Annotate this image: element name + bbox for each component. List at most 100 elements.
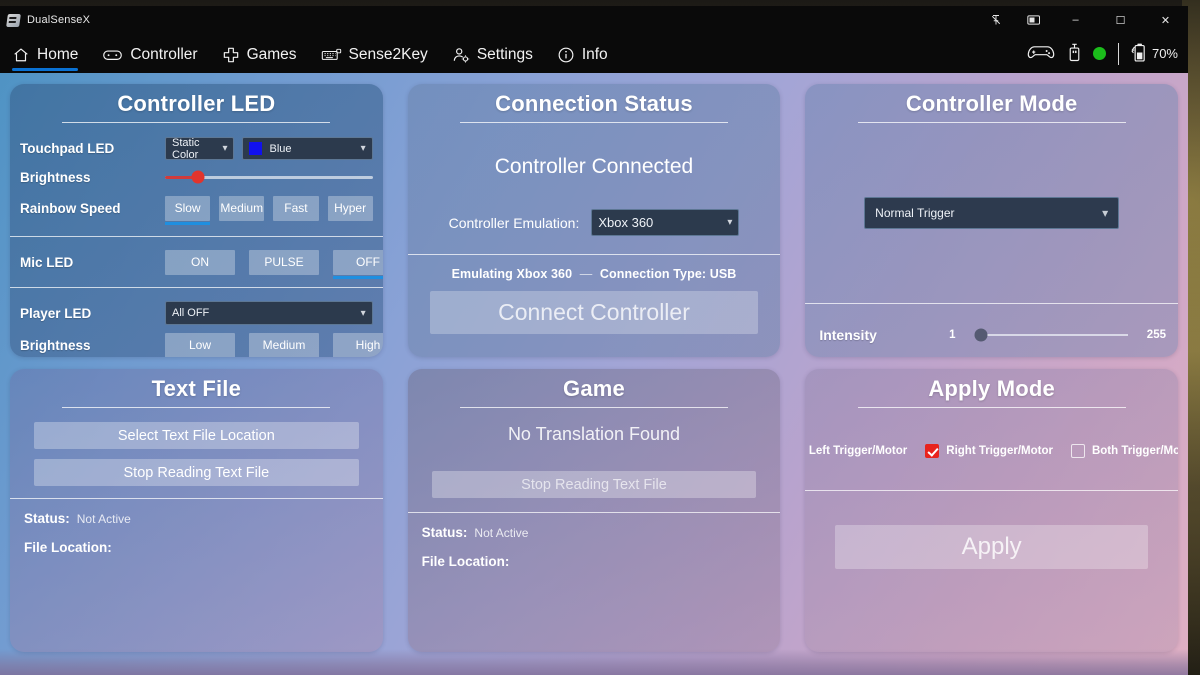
person-gear-icon bbox=[452, 46, 470, 64]
text-file-title: Text File bbox=[151, 376, 242, 401]
player-led-row: Player LED All OFF ▾ bbox=[20, 298, 373, 328]
chevron-down-icon: ▾ bbox=[222, 143, 228, 154]
rainbow-speed-slow[interactable]: Slow bbox=[165, 195, 211, 225]
player-led-dropdown[interactable]: All OFF ▾ bbox=[165, 301, 373, 325]
controller-emulation-label: Controller Emulation: bbox=[448, 214, 580, 231]
slider-thumb[interactable] bbox=[974, 328, 988, 342]
nav-item-settings[interactable]: Settings bbox=[440, 36, 545, 73]
intensity-label: Intensity bbox=[819, 327, 877, 343]
player-brightness-low[interactable]: Low bbox=[165, 332, 235, 357]
nav-item-sense2key[interactable]: Sense2Key bbox=[309, 36, 440, 73]
nav-item-settings-label: Settings bbox=[476, 45, 533, 63]
battery-status: 70% bbox=[1131, 42, 1178, 66]
touchpad-mode-dropdown[interactable]: Static Color ▾ bbox=[165, 137, 235, 161]
intensity-slider[interactable] bbox=[974, 326, 1128, 344]
nav-item-info[interactable]: Info bbox=[545, 36, 620, 73]
controller-led-top-section: Touchpad LED Static Color ▾ Blue ▾ Brigh… bbox=[10, 123, 383, 225]
gamepad-icon bbox=[102, 47, 123, 63]
apply-mode-title: Apply Mode bbox=[928, 376, 1055, 401]
text-file-location-row: File Location: bbox=[24, 540, 369, 569]
nav-item-controller[interactable]: Controller bbox=[90, 36, 209, 73]
apply-mode-checkbox-row: Left Trigger/Motor Right Trigger/Motor B… bbox=[805, 408, 1178, 458]
controller-mode-title: Controller Mode bbox=[905, 91, 1078, 116]
controller-mode-card: Controller Mode Normal Trigger ▾ Intensi… bbox=[805, 84, 1178, 357]
mic-led-section: Mic LED ON PULSE OFF bbox=[10, 237, 383, 287]
right-trigger-motor-checkbox[interactable] bbox=[925, 444, 940, 458]
touchpad-brightness-slider[interactable] bbox=[165, 167, 373, 187]
game-bottom-section: Status: Not Active File Location: bbox=[408, 513, 781, 583]
apply-mode-card: Apply Mode Left Trigger/Motor Right Trig… bbox=[805, 369, 1178, 652]
nav-item-controller-label: Controller bbox=[130, 45, 198, 63]
app-content: Controller LED Touchpad LED Static Color… bbox=[0, 73, 1188, 675]
touchpad-color-value: Blue bbox=[269, 142, 292, 155]
both-trigger-motor-checkbox[interactable] bbox=[1070, 444, 1085, 458]
apply-mode-bottom-section: Apply bbox=[805, 491, 1178, 569]
connection-indicator-dot bbox=[1092, 47, 1106, 60]
emulation-info-line: Emulating Xbox 360 — Connection Type: US… bbox=[430, 267, 759, 281]
controller-emulation-dropdown[interactable]: Xbox 360 ▾ bbox=[591, 209, 740, 236]
player-brightness-high[interactable]: High bbox=[333, 332, 383, 357]
slider-track bbox=[165, 170, 373, 184]
tray-gamepad-icon bbox=[1026, 42, 1056, 65]
player-brightness-medium[interactable]: Medium bbox=[249, 332, 319, 357]
tray-divider bbox=[1117, 42, 1119, 65]
touchpad-led-row: Touchpad LED Static Color ▾ Blue ▾ bbox=[20, 135, 373, 162]
rainbow-speed-fast[interactable]: Fast bbox=[273, 195, 319, 221]
connection-top-section: Controller Connected Controller Emulatio… bbox=[408, 123, 781, 254]
chevron-down-icon: ▾ bbox=[1102, 206, 1109, 220]
nav-item-home[interactable]: Home bbox=[0, 36, 90, 73]
apply-button[interactable]: Apply bbox=[835, 525, 1148, 569]
game-card: Game No Translation Found Stop Reading T… bbox=[407, 369, 781, 652]
connection-status-title: Connection Status bbox=[495, 91, 693, 116]
game-title: Game bbox=[563, 376, 625, 401]
left-trigger-motor-label: Left Trigger/Motor bbox=[808, 445, 908, 457]
game-stop-reading-button[interactable]: Stop Reading Text File bbox=[431, 471, 757, 498]
select-text-file-location-button[interactable]: Select Text File Location bbox=[34, 422, 359, 449]
mic-led-on[interactable]: ON bbox=[165, 249, 235, 275]
rainbow-speed-row: Rainbow Speed Slow Medium Fast Hyper bbox=[20, 192, 373, 225]
connection-bottom-section: Emulating Xbox 360 — Connection Type: US… bbox=[408, 255, 781, 334]
mic-led-pulse[interactable]: PULSE bbox=[249, 249, 319, 275]
info-dash: — bbox=[579, 267, 593, 281]
mic-led-options: ON PULSE OFF bbox=[165, 249, 383, 279]
rainbow-speed-hyper[interactable]: Hyper bbox=[327, 195, 373, 221]
controller-led-title: Controller LED bbox=[117, 91, 276, 116]
text-file-bottom-section: Status: Not Active File Location: bbox=[10, 499, 383, 569]
nav-item-games[interactable]: Games bbox=[210, 36, 309, 73]
tablet-mode-icon[interactable] bbox=[1015, 6, 1053, 34]
player-led-value: All OFF bbox=[172, 307, 210, 319]
battery-charging-icon bbox=[1131, 42, 1147, 66]
dashboard-grid: Controller LED Touchpad LED Static Color… bbox=[10, 84, 1178, 675]
rainbow-speed-options: Slow Medium Fast Hyper bbox=[165, 195, 373, 225]
nav-item-games-label: Games bbox=[246, 45, 297, 63]
touchpad-brightness-label: Brightness bbox=[20, 169, 91, 185]
title-bar: DualSenseX – ☐ ✕ bbox=[0, 6, 1188, 34]
info-icon bbox=[557, 46, 575, 64]
controller-mode-top-section: Normal Trigger ▾ bbox=[805, 123, 1178, 303]
touchpad-color-dropdown[interactable]: Blue ▾ bbox=[242, 137, 373, 160]
mic-led-off[interactable]: OFF bbox=[333, 249, 383, 279]
connection-type-text: Connection Type: USB bbox=[599, 267, 737, 281]
rainbow-speed-label: Rainbow Speed bbox=[20, 200, 121, 216]
player-brightness-options: Low Medium High bbox=[165, 332, 383, 357]
chevron-down-icon: ▾ bbox=[727, 217, 733, 228]
left-trigger-motor-checkbox-wrap[interactable]: Left Trigger/Motor bbox=[805, 444, 907, 458]
game-status-row: Status: Not Active bbox=[422, 525, 767, 554]
right-trigger-motor-label: Right Trigger/Motor bbox=[946, 445, 1053, 457]
rainbow-speed-medium[interactable]: Medium bbox=[219, 195, 265, 221]
mic-led-label: Mic LED bbox=[20, 254, 74, 270]
connect-controller-button[interactable]: Connect Controller bbox=[429, 291, 759, 334]
both-trigger-motor-checkbox-wrap[interactable]: Both Trigger/Motor bbox=[1070, 444, 1178, 458]
minimize-button[interactable]: – bbox=[1053, 6, 1098, 34]
mic-led-row: Mic LED ON PULSE OFF bbox=[20, 247, 383, 279]
slider-thumb[interactable] bbox=[191, 170, 205, 184]
both-trigger-motor-label: Both Trigger/Motor bbox=[1091, 445, 1178, 457]
stop-reading-text-file-button[interactable]: Stop Reading Text File bbox=[34, 459, 359, 486]
touchpad-brightness-row: Brightness bbox=[20, 162, 373, 192]
right-trigger-motor-checkbox-wrap[interactable]: Right Trigger/Motor bbox=[925, 444, 1053, 458]
maximize-button[interactable]: ☐ bbox=[1098, 6, 1143, 34]
close-button[interactable]: ✕ bbox=[1143, 6, 1188, 34]
text-file-status-label: Status: bbox=[24, 511, 70, 526]
trigger-mode-dropdown[interactable]: Normal Trigger ▾ bbox=[864, 197, 1120, 229]
pin-icon[interactable] bbox=[977, 6, 1015, 34]
